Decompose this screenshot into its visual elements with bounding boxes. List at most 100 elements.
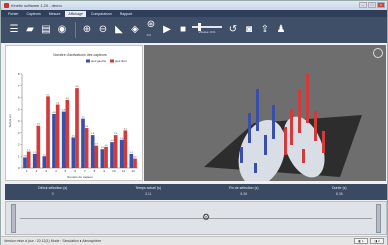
3d-view[interactable] [144, 45, 386, 187]
app-window: Kinetic software 1.20 - demo – □ × Fichi… [0, 0, 388, 245]
bar-data-label: 1.0 [43, 154, 47, 156]
x-tick-label: 6 [74, 169, 76, 173]
timeline-track[interactable] [20, 218, 372, 219]
status-bar: Version mise à jour : 20.12(1) Mode : Si… [1, 236, 387, 245]
zoom-in-icon[interactable]: ⊕ [80, 23, 94, 37]
bar [61, 111, 66, 168]
x-tick-label: 10 [112, 169, 116, 173]
sensor-bar [290, 109, 293, 145]
sensor-bar [322, 131, 325, 153]
current-time-label: Temps actuel (s) [135, 186, 162, 190]
camera-icon[interactable]: ◙ [242, 23, 256, 37]
current-time: Temps actuel (s) 3.11 [101, 184, 197, 200]
menu-icon[interactable]: ☰ [7, 23, 21, 37]
sensor-bar [254, 163, 257, 173]
record-icon[interactable]: ◉ [55, 23, 69, 37]
save-icon[interactable]: ▤ [39, 23, 53, 37]
timeline-end-handle[interactable] [376, 204, 381, 233]
menu-item-comparaison[interactable]: Comparaison [88, 11, 115, 17]
3d-scene [204, 73, 362, 187]
y-tick-label: 0 [18, 166, 20, 170]
bar-data-label: 5.4 [56, 103, 60, 105]
speed-slider-track[interactable] [192, 23, 222, 31]
sensor-bar [272, 105, 275, 139]
status-buttons: ◧ 1 ◨ 2 [354, 238, 384, 244]
bar [23, 157, 27, 168]
bar [71, 137, 76, 168]
selection-start-label: Début sélection (s) [38, 186, 68, 190]
menu-item-rapport[interactable]: Rapport [117, 11, 135, 17]
y-tick-label: 4 [18, 119, 20, 123]
bar [55, 104, 60, 168]
menu-item-capteurs[interactable]: Capteurs [24, 11, 44, 17]
bar [84, 128, 89, 168]
y-tick-label: 1 [18, 154, 20, 158]
cursor-icon[interactable]: ⊛ 0.0 [144, 20, 158, 38]
export-icon[interactable]: ⇪ [258, 23, 272, 37]
open-icon[interactable]: ▰ [23, 23, 37, 37]
zoom-label: 0.0 [146, 33, 151, 37]
y-tick-label: 7 [18, 84, 20, 88]
toolbar: ☰ ▰ ▤ ◉ ⊕ ⊖ ◣ ◈ ⊛ 0.0 ▶ ■ Vitesse ×1% ↺ ◙… [1, 17, 387, 43]
legend-swatch [86, 59, 90, 63]
zoom-out-icon[interactable]: ⊖ [96, 23, 110, 37]
sensor-bar [284, 127, 287, 155]
chart-icon[interactable]: ◣ [112, 23, 126, 37]
view-1-button[interactable]: ◧ 1 [354, 238, 368, 244]
timeline[interactable]: ⚙ [5, 201, 387, 235]
close-button[interactable]: × [377, 2, 385, 8]
bar-data-label: 1.6 [101, 147, 105, 149]
selection-start-value: 0 [51, 192, 54, 196]
bar-data-label: 3.6 [37, 124, 41, 126]
view-2-button[interactable]: ◨ 2 [370, 238, 384, 244]
bar [110, 142, 114, 168]
bar-data-label: 1.9 [95, 144, 99, 146]
x-tick-label: 4 [55, 169, 57, 173]
sensor-bar [256, 89, 259, 131]
y-tick-label: 6 [18, 96, 20, 100]
bar-data-label: 4.2 [81, 117, 85, 119]
maximize-button[interactable]: □ [368, 2, 376, 8]
legend-swatch [110, 59, 114, 63]
bar [26, 151, 31, 168]
bar-data-label: 0.9 [23, 155, 27, 157]
person-icon[interactable]: ♟ [274, 23, 288, 37]
title-bar: Kinetic software 1.20 - demo – □ × [1, 1, 387, 10]
bar [94, 145, 99, 168]
bar [65, 99, 70, 168]
duration-label: Durée (s) [331, 186, 347, 190]
replay-icon[interactable]: ↺ [226, 23, 240, 37]
x-tick-label: 5 [65, 169, 67, 173]
play-icon[interactable]: ▶ [160, 23, 174, 37]
speed-slider[interactable]: Vitesse ×1% [192, 23, 222, 37]
speed-label: Vitesse ×1% [198, 30, 216, 34]
bar [133, 158, 137, 168]
stop-icon[interactable]: ■ [176, 23, 190, 37]
sensor-bar [248, 113, 251, 143]
bar [75, 88, 79, 168]
timeline-start-handle[interactable] [11, 204, 16, 233]
bar-data-label: 5.8 [66, 98, 70, 100]
menu-item-mesure[interactable]: Mesure [46, 11, 64, 17]
selection-end-label: Fin de sélection (s) [228, 186, 259, 190]
y-tick-label: 5 [18, 107, 20, 111]
bar [42, 156, 47, 168]
x-tick-label: 9 [103, 169, 105, 173]
compass-icon[interactable] [373, 48, 383, 58]
x-tick-label: 11 [122, 169, 125, 173]
graph-icon[interactable]: ◈ [128, 23, 142, 37]
legend-label: pied droit [115, 59, 127, 63]
window-controls: – □ × [359, 2, 385, 8]
minimize-button[interactable]: – [359, 2, 367, 8]
menu-item-fichier[interactable]: Fichier [5, 11, 22, 17]
legend-label: pied gauche [91, 59, 107, 63]
bar-data-label: 2.2 [110, 140, 114, 142]
sensor-bar [240, 147, 243, 163]
timeline-cursor-icon[interactable]: ⚙ [202, 213, 210, 222]
window-title: Kinetic software 1.20 - demo [11, 3, 62, 8]
bar-data-label: 1.2 [33, 152, 37, 154]
speed-slider-thumb[interactable] [198, 23, 201, 31]
selection-end: Fin de sélection (s) 8.36 [196, 184, 292, 200]
menu-item-affichage[interactable]: Affichage [65, 10, 86, 17]
x-tick-label: 7 [84, 169, 86, 173]
